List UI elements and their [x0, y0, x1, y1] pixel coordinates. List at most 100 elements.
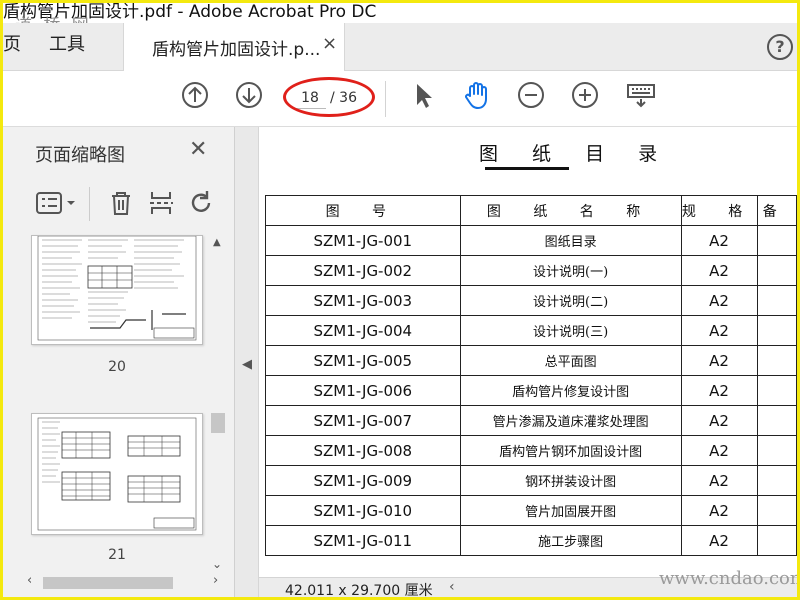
- cell-name: 管片渗漏及道床灌浆处理图: [459, 405, 682, 436]
- zoom-in-icon[interactable]: [569, 79, 601, 111]
- scrollbar-handle[interactable]: [211, 413, 225, 433]
- table-row: SZM1-JG-004 设计说明(三) A2: [265, 315, 797, 346]
- zoom-out-icon[interactable]: [515, 79, 547, 111]
- cell-spec: A2: [680, 315, 758, 346]
- cell-name: 设计说明(三): [459, 315, 682, 346]
- thumbnail-page[interactable]: [31, 235, 203, 345]
- thumbnail-options-icon[interactable]: [35, 189, 79, 217]
- table-row: SZM1-JG-003 设计说明(二) A2: [265, 285, 797, 316]
- cell-code: SZM1-JG-001: [265, 225, 461, 256]
- cell-name: 钢环拼装设计图: [459, 465, 682, 496]
- cell-code: SZM1-JG-007: [265, 405, 461, 436]
- table-row: SZM1-JG-008 盾构管片钢环加固设计图 A2: [265, 435, 797, 466]
- document-heading: 图 纸 目 录: [479, 143, 672, 165]
- toolbar: 18 / 36: [3, 71, 797, 127]
- thumbnail-page-number: 20: [108, 359, 126, 375]
- cell-note: [756, 255, 797, 286]
- page-preview-image: [37, 417, 197, 531]
- page-size-readout: 42.011 x 29.700 厘米: [285, 583, 433, 597]
- cell-note: [756, 465, 797, 496]
- keyboard-icon[interactable]: [625, 79, 657, 111]
- rotate-page-icon[interactable]: [187, 189, 215, 217]
- cell-code: SZM1-JG-003: [265, 285, 461, 316]
- header-note: 备: [756, 195, 797, 226]
- window-title: 盾构管片加固设计.pdf - Adobe Acrobat Pro DC: [3, 3, 797, 23]
- thumbnail-tools: [31, 185, 227, 225]
- thumbnail-page[interactable]: [31, 413, 203, 535]
- table-row: SZM1-JG-009 钢环拼装设计图 A2: [265, 465, 797, 496]
- table-header-row: 图 号 图 纸 名 称 规 格 备: [265, 195, 797, 226]
- hand-tool-icon[interactable]: [461, 79, 493, 111]
- cell-code: SZM1-JG-002: [265, 255, 461, 286]
- help-icon[interactable]: ?: [767, 34, 793, 60]
- cell-note: [756, 285, 797, 316]
- highlight-ellipse: [283, 77, 375, 117]
- cell-name: 盾构管片修复设计图: [459, 375, 682, 406]
- cell-spec: A2: [680, 465, 758, 496]
- tab-home[interactable]: 页: [3, 23, 21, 70]
- cell-name: 设计说明(二): [459, 285, 682, 316]
- cell-code: SZM1-JG-005: [265, 345, 461, 376]
- cell-name: 设计说明(一): [459, 255, 682, 286]
- cell-name: 图纸目录: [459, 225, 682, 256]
- cell-note: [756, 405, 797, 436]
- cell-spec: A2: [680, 345, 758, 376]
- watermark-logo-bottom: www.cndao.com: [659, 568, 797, 589]
- thumbnails-vertical-scrollbar[interactable]: ▲ ⌄: [209, 235, 227, 575]
- cell-note: [756, 525, 797, 556]
- thumbnail-list: 20 21: [3, 235, 235, 583]
- select-cursor-icon[interactable]: [407, 79, 439, 111]
- table-row: SZM1-JG-005 总平面图 A2: [265, 345, 797, 376]
- scroll-up-icon[interactable]: ▲: [213, 237, 221, 248]
- scroll-right-icon[interactable]: ›: [213, 573, 218, 588]
- collapse-left-icon[interactable]: ◀: [242, 357, 252, 372]
- cell-code: SZM1-JG-008: [265, 435, 461, 466]
- scroll-left-icon[interactable]: ‹: [449, 579, 455, 595]
- table-row: SZM1-JG-001 图纸目录 A2: [265, 225, 797, 256]
- cell-code: SZM1-JG-006: [265, 375, 461, 406]
- cell-note: [756, 495, 797, 526]
- tab-document-label: 盾构管片加固设计.p...: [152, 40, 321, 60]
- cell-name: 施工步骤图: [459, 525, 682, 556]
- cell-name: 管片加固展开图: [459, 495, 682, 526]
- cell-spec: A2: [680, 435, 758, 466]
- cell-code: SZM1-JG-004: [265, 315, 461, 346]
- panel-collapse-strip[interactable]: ◀: [235, 127, 259, 597]
- cell-spec: A2: [680, 255, 758, 286]
- close-tab-icon[interactable]: ×: [322, 33, 337, 54]
- delete-page-icon[interactable]: [107, 189, 135, 217]
- table-row: SZM1-JG-006 盾构管片修复设计图 A2: [265, 375, 797, 406]
- table-row: SZM1-JG-002 设计说明(一) A2: [265, 255, 797, 286]
- header-name: 图 纸 名 称: [459, 195, 682, 226]
- table-row: SZM1-JG-010 管片加固展开图 A2: [265, 495, 797, 526]
- document-view[interactable]: 图 纸 目 录 图 号 图 纸 名 称 规 格 备 SZM1-JG-001 图纸目…: [259, 127, 797, 577]
- page-thumbnails-pane: 页面缩略图 ✕ 20 21 ▲ ⌄ ‹ ›: [3, 127, 235, 597]
- thumbnail-page-number: 21: [108, 547, 126, 563]
- cell-note: [756, 345, 797, 376]
- next-page-icon[interactable]: [233, 79, 265, 111]
- cell-note: [756, 225, 797, 256]
- cell-name: 总平面图: [459, 345, 682, 376]
- cell-spec: A2: [680, 285, 758, 316]
- thumbnails-horizontal-scrollbar[interactable]: ‹ ›: [21, 573, 227, 591]
- cell-code: SZM1-JG-009: [265, 465, 461, 496]
- scroll-left-icon[interactable]: ‹: [27, 573, 32, 588]
- toolbar-divider: [385, 81, 386, 117]
- cell-spec: A2: [680, 405, 758, 436]
- extract-page-icon[interactable]: [147, 189, 175, 217]
- table-row: SZM1-JG-007 管片渗漏及道床灌浆处理图 A2: [265, 405, 797, 436]
- prev-page-icon[interactable]: [179, 79, 211, 111]
- cell-note: [756, 375, 797, 406]
- cell-spec: A2: [680, 495, 758, 526]
- cell-note: [756, 435, 797, 466]
- page-preview-image: [37, 235, 197, 341]
- close-thumbnails-icon[interactable]: ✕: [189, 137, 207, 162]
- scrollbar-handle[interactable]: [43, 577, 173, 589]
- tab-tools[interactable]: 工具: [49, 23, 85, 70]
- tab-document[interactable]: 盾构管片加固设计.p... ×: [123, 23, 345, 71]
- header-code: 图 号: [265, 195, 461, 226]
- table-row: SZM1-JG-011 施工步骤图 A2: [265, 525, 797, 556]
- drawing-index-table: 图 号 图 纸 名 称 规 格 备 SZM1-JG-001 图纸目录 A2 SZM1-…: [265, 195, 797, 556]
- cell-code: SZM1-JG-011: [265, 525, 461, 556]
- scroll-down-icon[interactable]: ⌄: [212, 557, 222, 571]
